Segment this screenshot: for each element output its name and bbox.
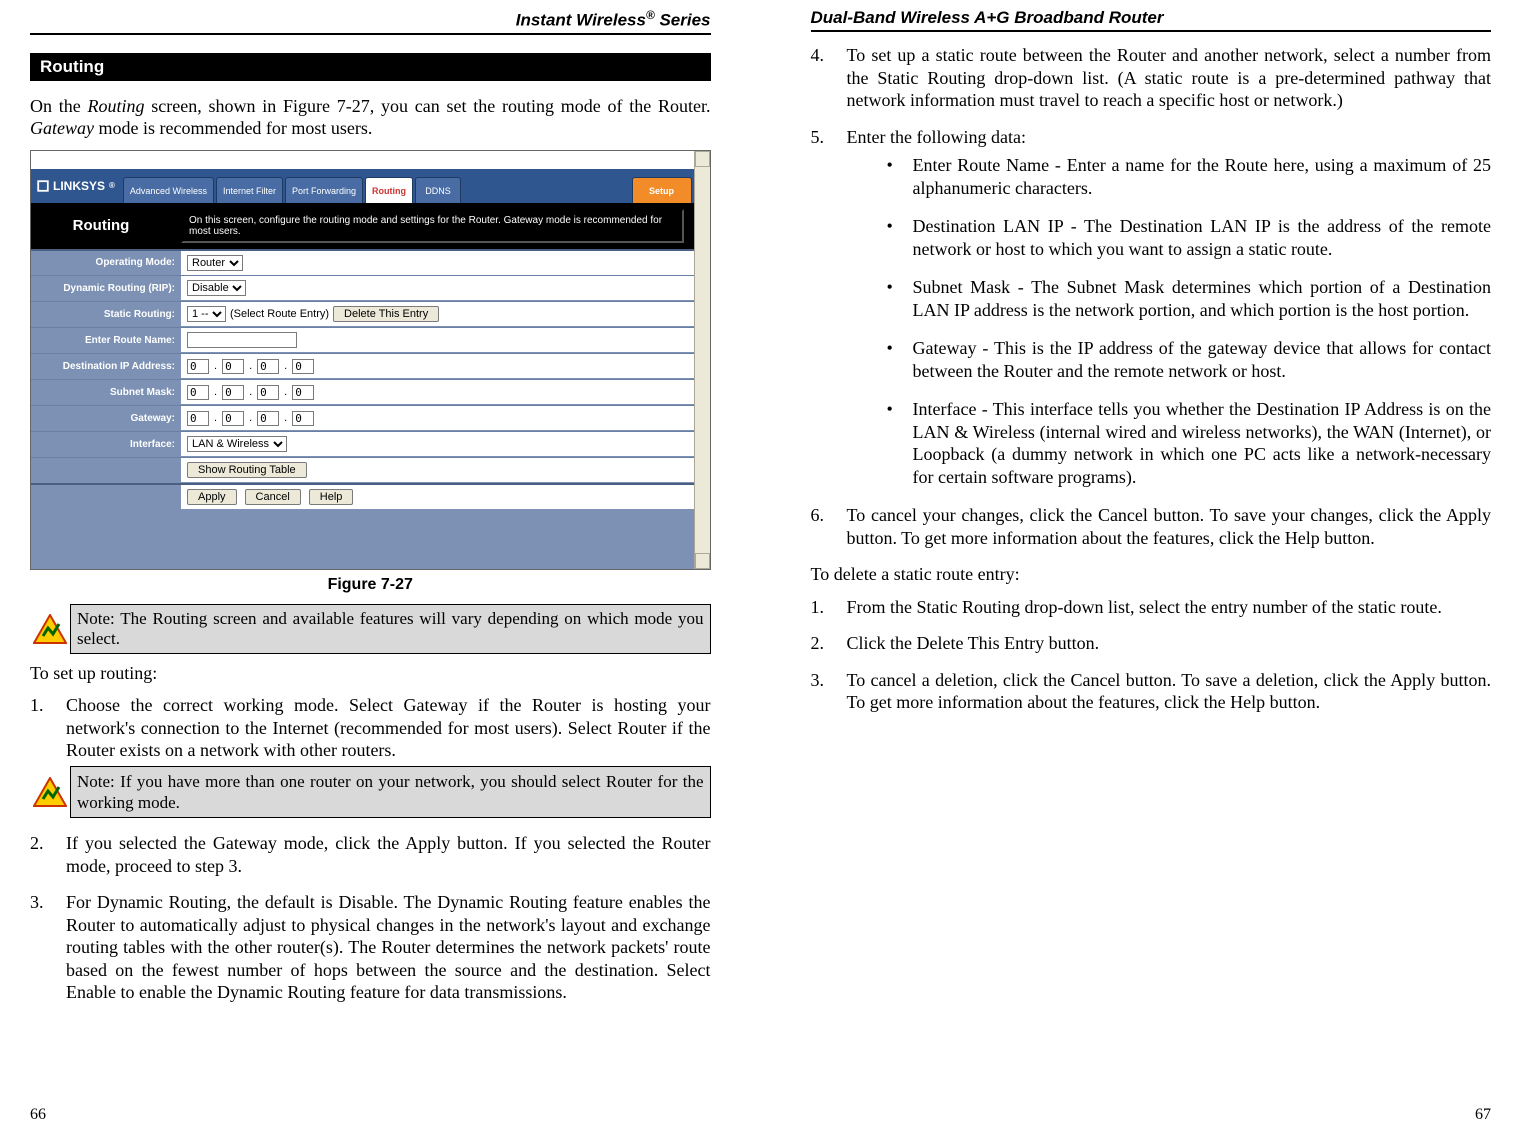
mask-oct-2[interactable] (222, 385, 244, 400)
header-pre: Instant Wireless (516, 11, 646, 30)
logo-icon (37, 180, 49, 192)
input-route-name[interactable] (187, 332, 297, 348)
static-hint: (Select Route Entry) (230, 308, 329, 320)
screen-title-bar: Routing On this screen, configure the ro… (31, 203, 694, 249)
label-destination-ip: Destination IP Address: (31, 361, 181, 372)
header-post: Series (655, 11, 711, 30)
header-right: Dual-Band Wireless A+G Broadband Router (811, 8, 1492, 32)
select-operating-mode[interactable]: Router (187, 255, 243, 271)
dstep-3: To cancel a deletion, click the Cancel b… (811, 669, 1492, 714)
form-area: Operating Mode: Router Dynamic Routing (… (31, 249, 694, 569)
label-static-routing: Static Routing: (31, 309, 181, 320)
dest-oct-3[interactable] (257, 359, 279, 374)
tab-port-forwarding[interactable]: Port Forwarding (285, 177, 363, 203)
setup-steps-cont: To set up a static route between the Rou… (811, 44, 1492, 563)
delete-steps: From the Static Routing drop-down list, … (811, 596, 1492, 728)
step-6: To cancel your changes, click the Cancel… (811, 504, 1492, 549)
step-2: If you selected the Gateway mode, click … (30, 832, 711, 877)
tab-routing[interactable]: Routing (365, 177, 413, 203)
label-gateway: Gateway: (31, 413, 181, 424)
dest-oct-1[interactable] (187, 359, 209, 374)
label-interface: Interface: (31, 439, 181, 450)
delete-entry-button[interactable]: Delete This Entry (333, 306, 439, 322)
step-5: Enter the following data: Enter Route Na… (811, 126, 1492, 489)
screen-description: On this screen, configure the routing mo… (181, 209, 684, 243)
select-static-route[interactable]: 1 -- (187, 306, 226, 322)
step-3: For Dynamic Routing, the default is Disa… (30, 891, 711, 1004)
setup-intro: To set up routing: (30, 662, 711, 685)
step-4: To set up a static route between the Rou… (811, 44, 1492, 112)
page-number-right: 67 (811, 1100, 1492, 1124)
figure-caption: Figure 7-27 (30, 576, 711, 594)
page-number-left: 66 (30, 1100, 711, 1124)
mask-oct-3[interactable] (257, 385, 279, 400)
tab-internet-filter[interactable]: Internet Filter (216, 177, 283, 203)
tab-bar: LINKSYS® Advanced Wireless Internet Filt… (31, 169, 694, 203)
note-1: Note: The Routing screen and available f… (30, 604, 711, 654)
cancel-button[interactable]: Cancel (245, 489, 301, 505)
mask-oct-1[interactable] (187, 385, 209, 400)
page-right: Dual-Band Wireless A+G Broadband Router … (761, 0, 1521, 1132)
bullet-interface: Interface - This interface tells you whe… (887, 398, 1492, 488)
scroll-up-icon[interactable] (695, 151, 710, 167)
page-left: Instant Wireless® Series Routing On the … (0, 0, 761, 1132)
note-2: Note: If you have more than one router o… (30, 766, 711, 819)
bullet-route-name: Enter Route Name - Enter a name for the … (887, 154, 1492, 199)
dstep-1: From the Static Routing drop-down list, … (811, 596, 1492, 619)
bullet-destination: Destination LAN IP - The Destination LAN… (887, 215, 1492, 260)
label-route-name: Enter Route Name: (31, 335, 181, 346)
mask-oct-4[interactable] (292, 385, 314, 400)
dest-oct-4[interactable] (292, 359, 314, 374)
intro-paragraph: On the Routing screen, shown in Figure 7… (30, 95, 711, 140)
bullet-gateway: Gateway - This is the IP address of the … (887, 337, 1492, 382)
help-button[interactable]: Help (309, 489, 354, 505)
step-1: Choose the correct working mode. Select … (30, 694, 711, 818)
select-rip[interactable]: Disable (187, 280, 246, 296)
label-operating-mode: Operating Mode: (31, 257, 181, 268)
tab-setup[interactable]: Setup (632, 177, 692, 203)
gw-oct-4[interactable] (292, 411, 314, 426)
field-bullets: Enter Route Name - Enter a name for the … (887, 154, 1492, 488)
tab-advanced-wireless[interactable]: Advanced Wireless (123, 177, 214, 203)
select-interface[interactable]: LAN & Wireless (187, 436, 287, 452)
tab-ddns[interactable]: DDNS (415, 177, 461, 203)
scrollbar[interactable] (694, 151, 710, 569)
label-rip: Dynamic Routing (RIP): (31, 283, 181, 294)
warning-icon (30, 766, 70, 819)
label-subnet-mask: Subnet Mask: (31, 387, 181, 398)
screen-title: Routing (31, 203, 171, 249)
gw-oct-3[interactable] (257, 411, 279, 426)
router-screenshot: LINKSYS® Advanced Wireless Internet Filt… (30, 150, 711, 570)
scroll-down-icon[interactable] (695, 553, 710, 569)
linksys-logo: LINKSYS® (37, 169, 123, 203)
header-left: Instant Wireless® Series (30, 8, 711, 35)
gw-oct-2[interactable] (222, 411, 244, 426)
apply-button[interactable]: Apply (187, 489, 237, 505)
dstep-2: Click the Delete This Entry button. (811, 632, 1492, 655)
gw-oct-1[interactable] (187, 411, 209, 426)
dest-oct-2[interactable] (222, 359, 244, 374)
setup-steps: Choose the correct working mode. Select … (30, 694, 711, 1018)
bullet-subnet: Subnet Mask - The Subnet Mask determines… (887, 276, 1492, 321)
show-routing-table-button[interactable]: Show Routing Table (187, 462, 307, 478)
warning-icon (30, 604, 70, 654)
delete-intro: To delete a static route entry: (811, 563, 1492, 586)
section-routing: Routing (30, 53, 711, 81)
